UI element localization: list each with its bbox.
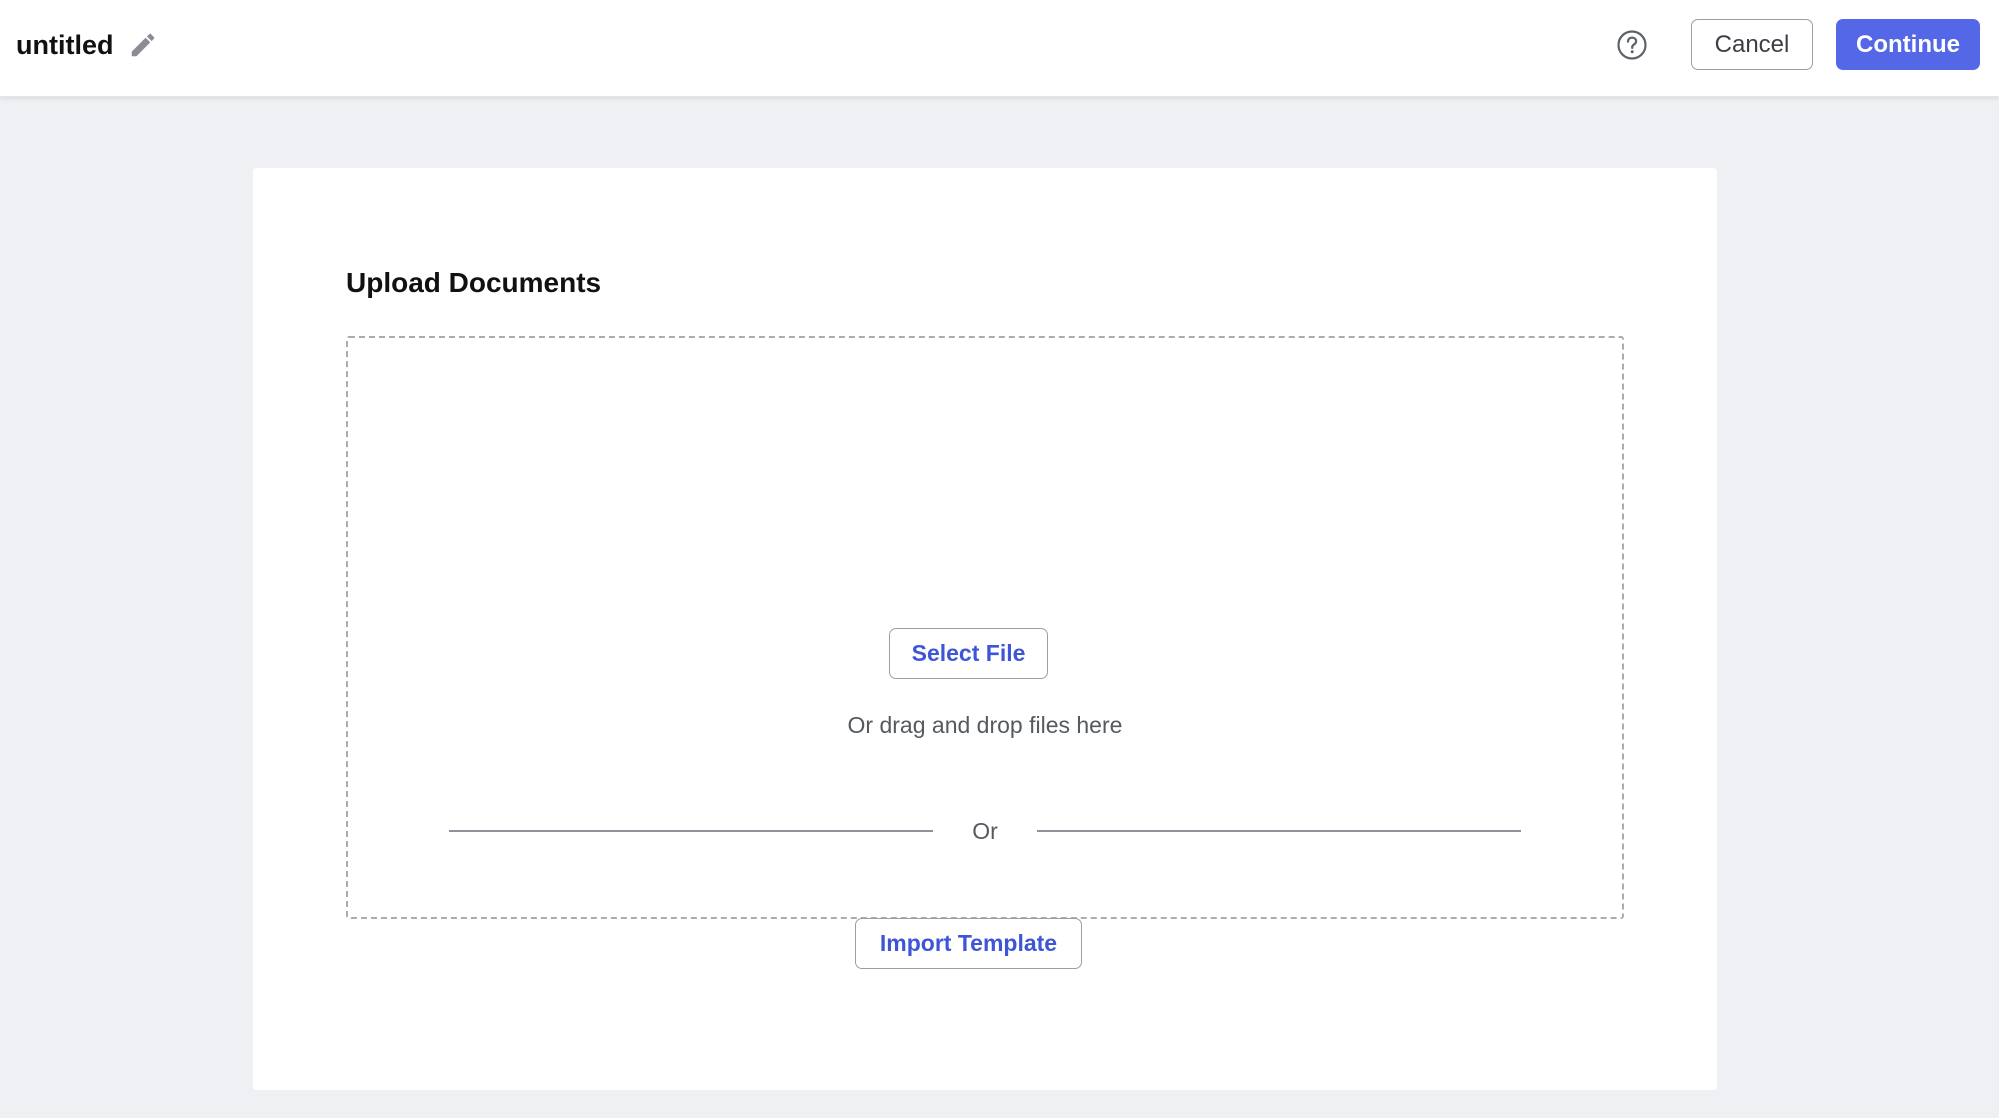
pencil-icon[interactable] xyxy=(128,30,158,60)
cancel-button[interactable]: Cancel xyxy=(1691,19,1813,70)
continue-button[interactable]: Continue xyxy=(1836,19,1980,70)
upload-documents-title: Upload Documents xyxy=(346,267,602,298)
top-header: untitled Cancel Continue xyxy=(0,0,1999,97)
import-template-button[interactable]: Import Template xyxy=(855,918,1082,969)
document-title[interactable]: untitled xyxy=(16,27,113,63)
help-circle-icon[interactable] xyxy=(1616,29,1648,61)
file-dropzone[interactable]: Select File Or drag and drop files here … xyxy=(346,336,1624,969)
or-separator-label: Or xyxy=(972,818,998,844)
upload-card: Upload Documents Select File Or drag and… xyxy=(253,168,1717,1090)
drag-drop-hint: Or drag and drop files here xyxy=(847,712,1123,738)
divider-left xyxy=(449,830,933,832)
select-file-button[interactable]: Select File xyxy=(889,628,1048,679)
divider-right xyxy=(1037,830,1521,832)
